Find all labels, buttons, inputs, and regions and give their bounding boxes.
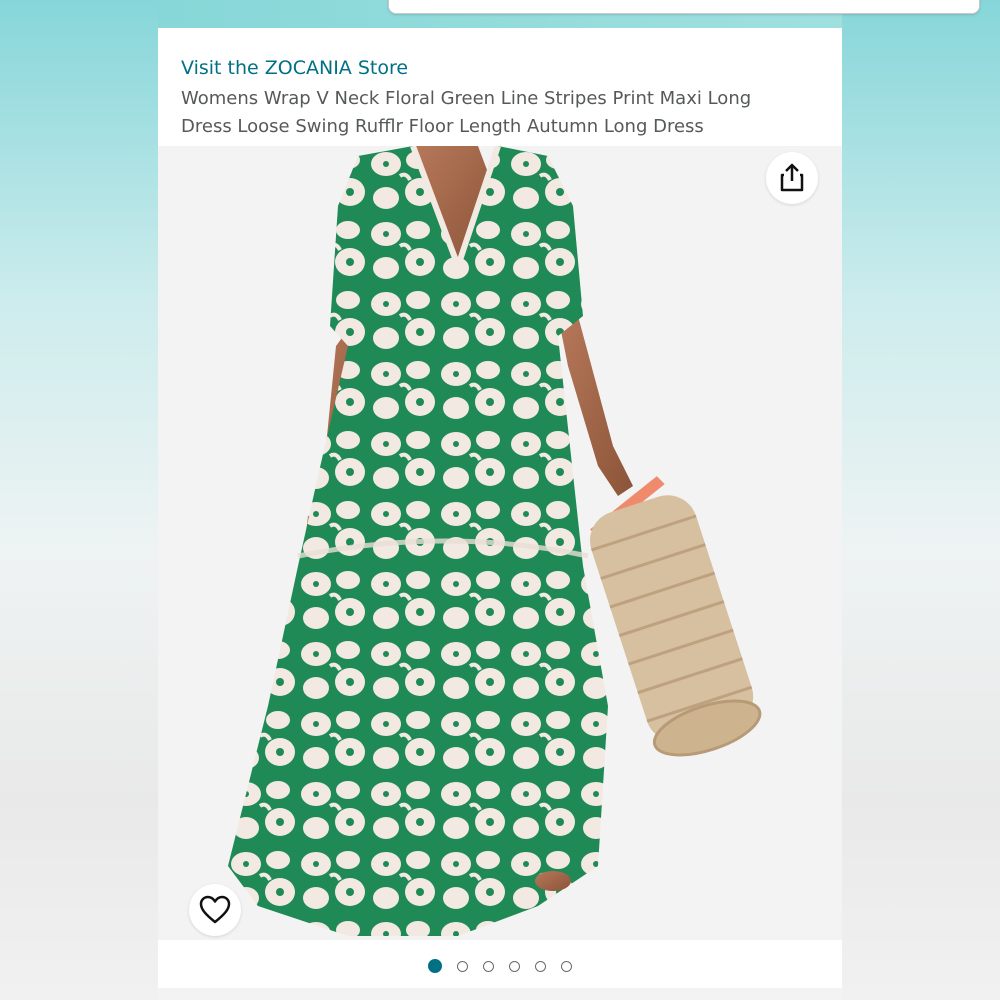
favorite-button[interactable] — [189, 884, 241, 936]
right-backdrop — [842, 0, 1000, 1000]
top-bar — [158, 0, 980, 28]
image-carousel-indicator — [158, 956, 842, 976]
product-title: Womens Wrap V Neck Floral Green Line Str… — [181, 88, 752, 137]
carousel-dot-3[interactable] — [483, 960, 494, 972]
carousel-dot-2[interactable] — [457, 960, 468, 972]
heart-icon — [199, 895, 231, 924]
carousel-dot-4[interactable] — [509, 960, 520, 972]
share-button[interactable] — [766, 152, 818, 204]
product-image[interactable] — [158, 146, 842, 940]
product-panel: Visit the ZOCANIA Store Womens Wrap V Ne… — [158, 28, 842, 1000]
carousel-dot-5[interactable] — [535, 960, 546, 972]
left-backdrop — [0, 0, 158, 1000]
share-icon — [780, 163, 804, 192]
store-link[interactable]: Visit the ZOCANIA Store — [181, 57, 408, 79]
bottom-divider — [158, 988, 842, 1000]
dress-illustration — [228, 146, 762, 936]
carousel-dot-1[interactable] — [428, 959, 442, 973]
carousel-dot-6[interactable] — [561, 960, 572, 972]
search-bar[interactable] — [388, 0, 980, 14]
